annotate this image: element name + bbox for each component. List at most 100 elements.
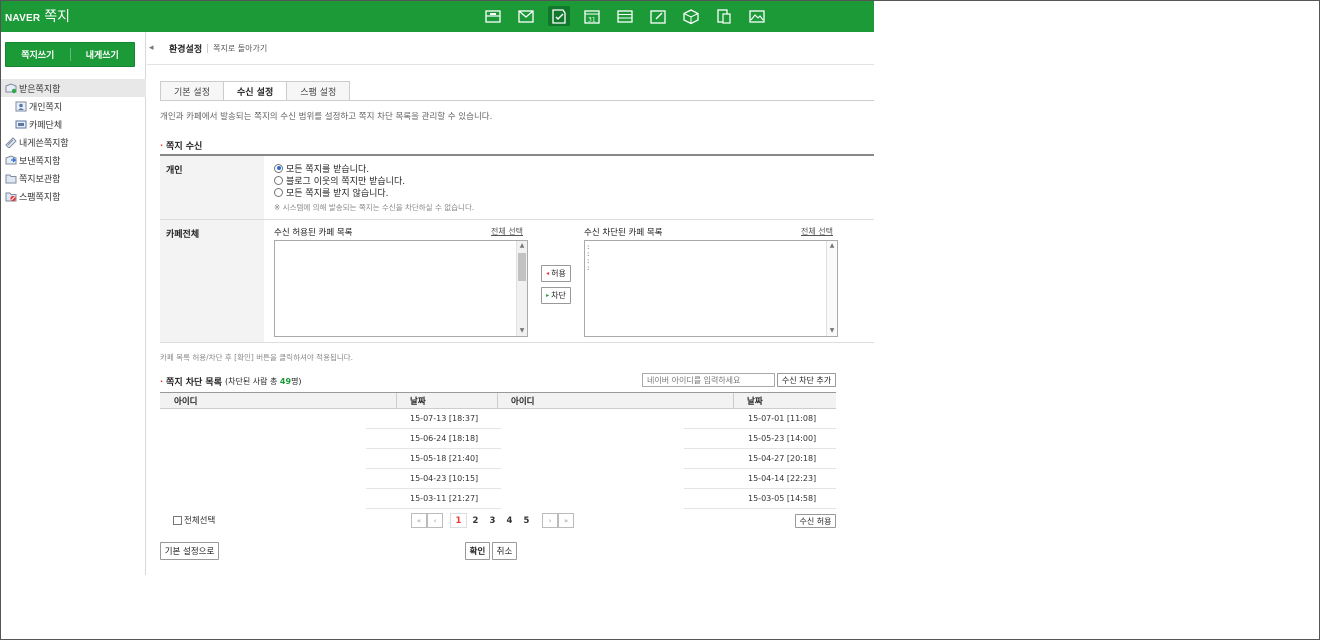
blocked-cafe-listbox[interactable]: :::: ▲ ▼: [584, 240, 838, 337]
scroll-down-icon[interactable]: ▼: [827, 326, 837, 336]
date-cell: 15-03-11 [21:27]: [366, 489, 501, 509]
radio-button[interactable]: [274, 175, 283, 185]
add-block-button[interactable]: 수신 차단 추가: [777, 373, 836, 387]
compose-bar: 쪽지쓰기 내게쓰기: [5, 42, 135, 67]
page-1[interactable]: 1: [450, 513, 467, 528]
bullet-icon: ·: [160, 141, 164, 150]
folder-list: 받은쪽지함 개인쪽지 카페단체 내게쓴쪽지함 보낸쪽지함 쪽지보관함 스팸쪽지함: [0, 79, 146, 205]
self-compose-button[interactable]: 내게쓰기: [71, 43, 135, 66]
list-marker: ::::: [587, 243, 590, 272]
scroll-up-icon[interactable]: ▲: [517, 241, 527, 251]
folder-label: 스팸쪽지함: [19, 192, 61, 203]
allowed-select-all-link[interactable]: 전체 선택: [491, 226, 523, 237]
folder-sent[interactable]: 보낸쪽지함: [0, 151, 146, 169]
cancel-button[interactable]: 취소: [492, 542, 517, 560]
brand-logo[interactable]: NAVER 쪽지: [5, 6, 70, 26]
note-icon[interactable]: [548, 6, 570, 26]
tab-underline: [160, 100, 874, 101]
block-section-title: 쪽지 차단 목록: [166, 378, 222, 388]
calendar-icon[interactable]: 31: [581, 6, 603, 26]
collapse-arrow-icon[interactable]: ◂: [149, 43, 159, 53]
page-5[interactable]: 5: [518, 513, 535, 528]
spam-icon: [5, 191, 17, 202]
scroll-down-icon[interactable]: ▼: [517, 326, 527, 336]
photo-icon[interactable]: [746, 6, 768, 26]
service-icons: 31: [482, 6, 779, 26]
table-row[interactable]: 15-03-11 [21:27] 15-03-05 [14:58]: [160, 489, 836, 509]
receive-settings-table: 개인 모든 쪽지를 받습니다. 블로그 이웃의 쪽지만 받습니다. 모든 쪽지를…: [160, 154, 874, 343]
radio-receive-neighbors[interactable]: 블로그 이웃의 쪽지만 받습니다.: [274, 174, 864, 187]
prev-page-icon[interactable]: ‹: [427, 513, 443, 528]
folder-label: 보낸쪽지함: [19, 156, 61, 167]
folder-personal[interactable]: 개인쪽지: [0, 97, 146, 115]
self-note-icon: [5, 136, 17, 149]
scroll-thumb[interactable]: [518, 253, 526, 281]
radio-button[interactable]: [274, 187, 283, 197]
memo-icon[interactable]: [647, 6, 669, 26]
page-3[interactable]: 3: [484, 513, 501, 528]
next-page-icon[interactable]: ›: [542, 513, 558, 528]
mail-box-icon[interactable]: [482, 6, 504, 26]
date-cell: 15-07-13 [18:37]: [366, 409, 501, 429]
confirm-button[interactable]: 확인: [465, 542, 490, 560]
settings-tabs: 기본 설정 수신 설정 스팸 설정: [160, 81, 351, 101]
blocked-select-all-link[interactable]: 전체 선택: [801, 226, 833, 237]
folder-icon: [5, 173, 17, 184]
col-date-right: 날짜: [733, 393, 836, 408]
breadcrumb: ◂ 환경설정 쪽지로 돌아가기: [147, 32, 874, 65]
allow-button-label: 허용: [551, 269, 566, 278]
person-icon: [15, 101, 27, 112]
arrow-right-icon: ▸: [546, 292, 550, 299]
col-id-right: 아이디: [497, 393, 733, 408]
radio-receive-none[interactable]: 모든 쪽지를 받지 않습니다.: [274, 186, 864, 199]
tab-spam-settings[interactable]: 스팸 설정: [286, 81, 351, 101]
apply-note: 카페 목록 허용/차단 후 [확인] 버튼을 클릭하셔야 적용됩니다.: [160, 353, 354, 362]
personal-options: 모든 쪽지를 받습니다. 블로그 이웃의 쪽지만 받습니다. 모든 쪽지를 받지…: [264, 156, 874, 219]
id-cell: [160, 489, 366, 509]
radio-label: 모든 쪽지를 받지 않습니다.: [286, 188, 389, 199]
reset-default-button[interactable]: 기본 설정으로: [160, 542, 219, 560]
blocked-scrollbar[interactable]: ▲ ▼: [826, 241, 837, 336]
last-page-icon[interactable]: »: [558, 513, 574, 528]
folder-inbox[interactable]: 받은쪽지함: [0, 79, 146, 97]
naver-logo[interactable]: NAVER: [5, 13, 40, 24]
mail-icon[interactable]: [515, 6, 537, 26]
select-all-label: 전체선택: [184, 516, 216, 526]
page-2[interactable]: 2: [467, 513, 484, 528]
count-suffix: 명): [291, 377, 302, 386]
table-row[interactable]: 15-05-18 [21:40] 15-04-27 [20:18]: [160, 449, 836, 469]
folder-archive[interactable]: 쪽지보관함: [0, 169, 146, 187]
folder-label: 쪽지보관함: [19, 174, 61, 185]
page-4[interactable]: 4: [501, 513, 518, 528]
app-title[interactable]: 쪽지: [44, 6, 70, 26]
allowed-scrollbar[interactable]: ▲ ▼: [516, 241, 527, 336]
allow-receive-button[interactable]: 수신 허용: [795, 514, 836, 528]
allow-cafe-button[interactable]: ◂ 허용: [541, 265, 571, 282]
breadcrumb-divider: [207, 43, 209, 53]
select-all-checkbox[interactable]: 전체선택: [173, 514, 215, 526]
table-row[interactable]: 15-07-13 [18:37] 15-07-01 [11:08]: [160, 409, 836, 429]
cube-icon[interactable]: [680, 6, 702, 26]
scroll-up-icon[interactable]: ▲: [827, 241, 837, 251]
sent-icon: [5, 154, 17, 166]
list-icon[interactable]: [614, 6, 636, 26]
table-row[interactable]: 15-04-23 [10:15] 15-04-14 [22:23]: [160, 469, 836, 489]
folder-cafe-group[interactable]: 카페단체: [0, 115, 146, 133]
allowed-cafe-listbox[interactable]: ▲ ▼: [274, 240, 528, 337]
page-description: 개인과 카페에서 발송되는 쪽지의 수신 범위를 설정하고 쪽지 차단 목록을 …: [160, 112, 493, 122]
naver-id-input[interactable]: 네이버 아이디를 입력하세요: [642, 373, 775, 387]
checkbox[interactable]: [173, 515, 182, 525]
block-cafe-button[interactable]: ▸ 차단: [541, 287, 571, 304]
compose-button[interactable]: 쪽지쓰기: [6, 43, 70, 66]
radio-receive-all[interactable]: 모든 쪽지를 받습니다.: [274, 162, 864, 175]
tab-receive-settings[interactable]: 수신 설정: [222, 81, 287, 101]
document-icon[interactable]: [713, 6, 735, 26]
folder-spam[interactable]: 스팸쪽지함: [0, 187, 146, 205]
folder-self-sent[interactable]: 내게쓴쪽지함: [0, 133, 146, 151]
back-to-notes-link[interactable]: 쪽지로 돌아가기: [213, 43, 267, 54]
radio-button-checked[interactable]: [274, 163, 283, 173]
allowed-cafe-title: 수신 허용된 카페 목록: [274, 228, 353, 238]
tab-basic-settings[interactable]: 기본 설정: [160, 81, 223, 101]
first-page-icon[interactable]: «: [411, 513, 427, 528]
table-row[interactable]: 15-06-24 [18:18] 15-05-23 [14:00]: [160, 429, 836, 449]
